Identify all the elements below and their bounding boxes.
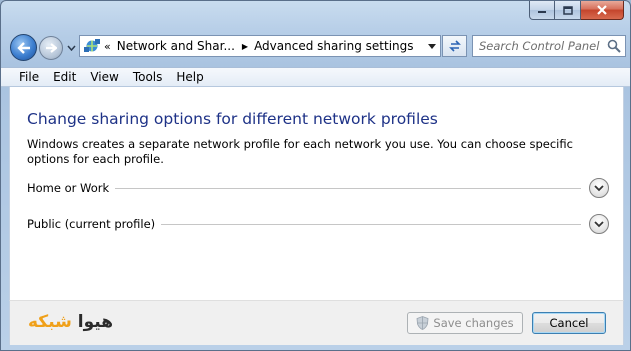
menu-bar: File Edit View Tools Help [1,67,630,87]
dropdown-arrow-icon [427,43,436,49]
watermark-logo: هیوا شبکه [28,312,113,332]
maximize-icon [562,5,573,15]
address-dropdown-button[interactable] [422,36,440,56]
expand-home-or-work-button[interactable] [589,178,609,198]
menu-view[interactable]: View [83,70,125,84]
search-box[interactable] [472,35,626,57]
action-bar: هیوا شبکه Save changes Cancel [9,300,624,345]
page-title: Change sharing options for different net… [27,110,438,128]
breadcrumb-advanced-sharing[interactable]: Advanced sharing settings [254,39,413,53]
breadcrumb-separator-icon[interactable]: ▶ [242,42,248,51]
profile-home-or-work[interactable]: Home or Work [27,178,609,198]
watermark-part-1: هیوا [77,312,113,332]
save-changes-button[interactable]: Save changes [407,312,523,334]
minimize-icon [538,11,546,13]
close-button[interactable] [581,1,624,20]
cancel-button[interactable]: Cancel [532,312,606,334]
forward-arrow-icon [46,43,57,53]
chevron-down-icon [66,45,76,51]
breadcrumb-network-sharing[interactable]: Network and Shar... [117,39,235,53]
forward-button[interactable] [39,36,63,60]
caption-buttons [529,1,624,21]
back-arrow-icon [16,41,30,54]
page-description: Windows creates a separate network profi… [27,137,573,166]
refresh-button[interactable] [442,35,467,57]
control-panel-window: « Network and Shar... ▶ Advanced sharing… [0,0,631,351]
close-icon [597,5,607,15]
profile-label: Home or Work [27,181,116,195]
chevron-down-icon [594,184,604,191]
refresh-icon [448,40,461,52]
address-overflow-chevron[interactable]: « [104,40,111,53]
recent-pages-button[interactable] [65,42,77,54]
profile-public[interactable]: Public (current profile) [27,214,609,234]
maximize-button[interactable] [555,1,581,20]
watermark-part-2: شبکه [28,312,72,332]
back-button[interactable] [10,34,37,61]
minimize-button[interactable] [529,1,555,20]
menu-help[interactable]: Help [169,70,210,84]
network-center-icon [83,38,101,54]
navigation-bar: « Network and Shar... ▶ Advanced sharing… [1,29,630,67]
menu-edit[interactable]: Edit [46,70,83,84]
expand-public-button[interactable] [589,214,609,234]
chevron-down-icon [594,220,604,227]
uac-shield-icon [416,316,429,330]
search-input[interactable] [479,39,607,53]
menu-file[interactable]: File [12,70,46,84]
cancel-label: Cancel [549,316,589,330]
save-changes-label: Save changes [433,316,514,330]
main-content: Change sharing options for different net… [9,87,624,300]
address-bar[interactable]: « Network and Shar... ▶ Advanced sharing… [79,35,441,57]
search-icon[interactable] [607,39,621,53]
menu-tools[interactable]: Tools [126,70,170,84]
profile-label: Public (current profile) [27,217,162,231]
